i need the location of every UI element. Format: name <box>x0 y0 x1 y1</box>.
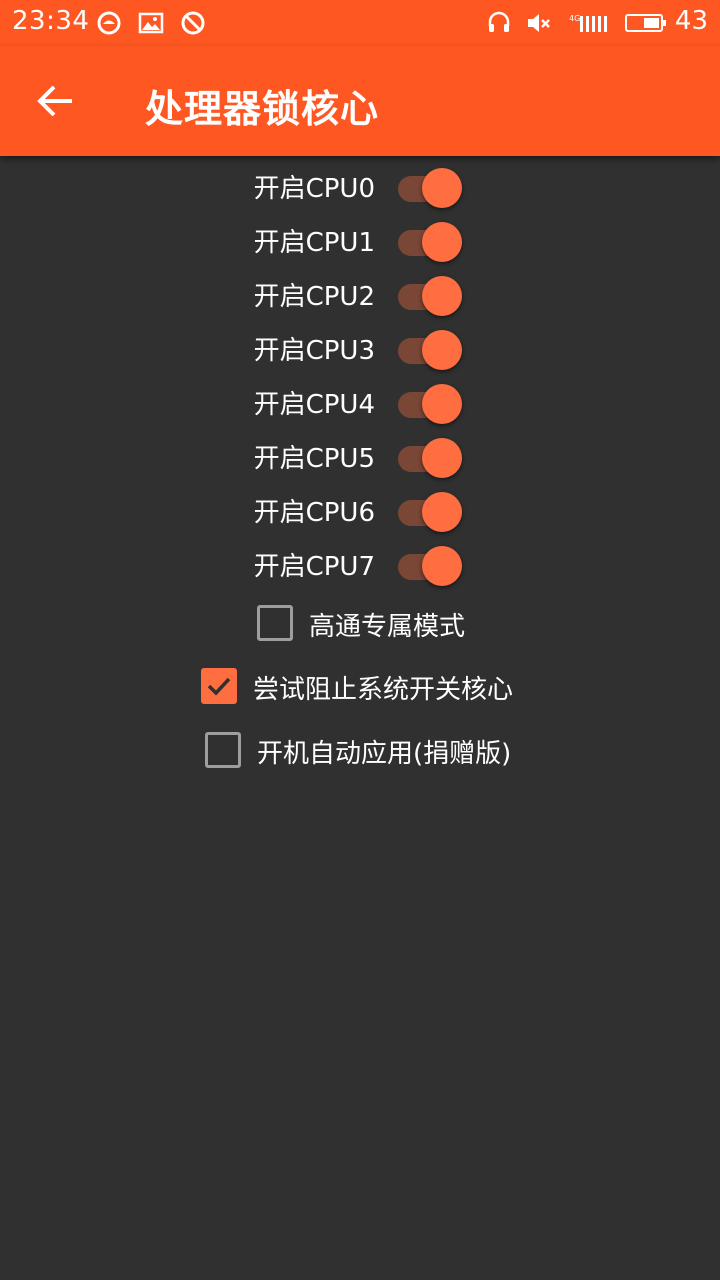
auto-apply-on-boot-checkbox[interactable] <box>205 732 241 768</box>
cpu-switch-row-4: 开启CPU4 <box>0 373 720 427</box>
switch-thumb <box>422 276 462 316</box>
switch-thumb <box>422 438 462 478</box>
status-time: 23:34 <box>12 6 90 36</box>
headset-icon <box>486 10 512 36</box>
cpu-switch-label: 开启CPU6 <box>253 498 375 528</box>
qualcomm-mode-checkbox[interactable] <box>257 605 293 641</box>
battery-level-text: 43 <box>674 6 708 36</box>
block-core-switch-checkbox[interactable] <box>201 668 237 704</box>
switch-thumb <box>422 222 462 262</box>
cpu-switch-label: 开启CPU1 <box>253 228 375 258</box>
auto-apply-on-boot-label: 开机自动应用(捐赠版) <box>257 739 512 769</box>
cpu-switch-row-0: 开启CPU0 <box>0 157 720 211</box>
arrow-back-icon <box>37 85 72 117</box>
cpu2-toggle[interactable] <box>398 271 468 316</box>
cpu-switch-label: 开启CPU4 <box>253 390 375 420</box>
cpu0-toggle[interactable] <box>398 163 468 208</box>
battery-icon <box>624 10 668 36</box>
switch-thumb <box>422 330 462 370</box>
app-bar: 处理器锁核心 <box>0 46 720 156</box>
switch-thumb <box>422 384 462 424</box>
signal-4g-icon: 4G <box>568 10 612 36</box>
cpu7-toggle[interactable] <box>398 541 468 586</box>
cpu-switch-label: 开启CPU0 <box>253 174 375 204</box>
cpu5-toggle[interactable] <box>398 433 468 478</box>
cpu-switch-row-6: 开启CPU6 <box>0 481 720 535</box>
cpu4-toggle[interactable] <box>398 379 468 424</box>
qualcomm-mode-checkbox-row[interactable]: 高通专属模式 <box>257 601 487 645</box>
cpu-switch-label: 开启CPU3 <box>253 336 375 366</box>
cpu-switch-label: 开启CPU5 <box>253 444 375 474</box>
svg-text:4G: 4G <box>569 14 580 23</box>
blocked-icon <box>180 10 206 36</box>
switch-thumb <box>422 168 462 208</box>
cpu6-toggle[interactable] <box>398 487 468 532</box>
cpu-switch-row-7: 开启CPU7 <box>0 535 720 589</box>
switch-thumb <box>422 546 462 586</box>
cpu3-toggle[interactable] <box>398 325 468 370</box>
message-circle-icon <box>96 10 122 36</box>
switch-thumb <box>422 492 462 532</box>
cpu-switch-row-5: 开启CPU5 <box>0 427 720 481</box>
image-icon <box>138 10 164 36</box>
checkmark-icon <box>207 677 231 696</box>
back-button[interactable] <box>28 76 84 126</box>
volume-muted-icon <box>526 10 552 36</box>
cpu-switch-row-1: 开启CPU1 <box>0 211 720 265</box>
cpu1-toggle[interactable] <box>398 217 468 262</box>
status-bar: 23:34 4G 43 <box>0 0 720 46</box>
cpu-switch-row-2: 开启CPU2 <box>0 265 720 319</box>
block-core-switch-checkbox-row[interactable]: 尝试阻止系统开关核心 <box>201 664 541 708</box>
page-title: 处理器锁核心 <box>145 87 380 131</box>
cpu-switch-label: 开启CPU7 <box>253 552 375 582</box>
qualcomm-mode-label: 高通专属模式 <box>309 612 466 642</box>
block-core-switch-label: 尝试阻止系统开关核心 <box>253 675 514 705</box>
cpu-switch-label: 开启CPU2 <box>253 282 375 312</box>
cpu-switch-row-3: 开启CPU3 <box>0 319 720 373</box>
auto-apply-on-boot-checkbox-row[interactable]: 开机自动应用(捐赠版) <box>205 728 535 772</box>
